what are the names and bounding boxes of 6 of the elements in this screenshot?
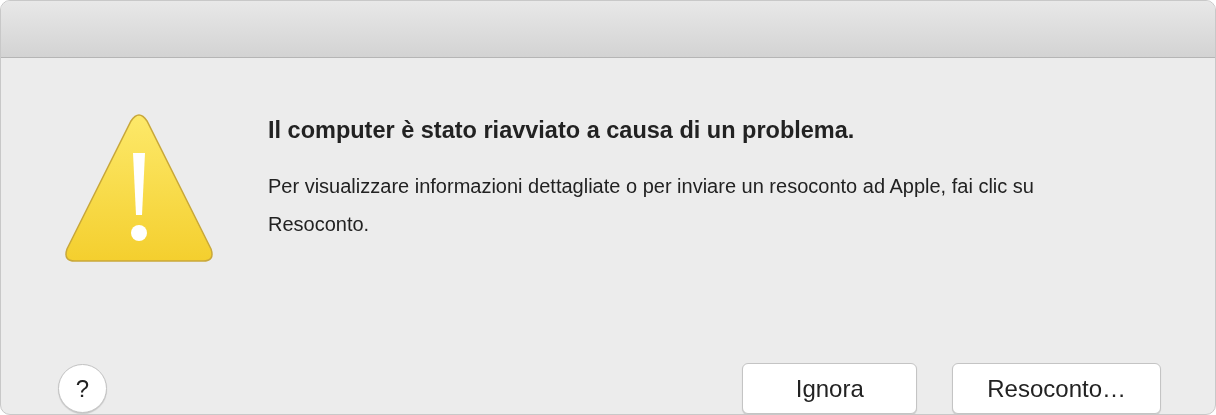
alert-message: Per visualizzare informazioni dettagliate o per inviare un resoconto ad Apple, fai clic su Resoconto. <box>268 174 1035 237</box>
dialog-button[interactable]: Resoconto… <box>952 363 1161 414</box>
dialog-button[interactable]: Ignora <box>742 363 918 414</box>
alert-title: Il computer è stato riavviato a causa di un problema. <box>268 116 856 145</box>
warning-icon <box>63 113 215 265</box>
help-button[interactable]: ? <box>58 364 107 413</box>
